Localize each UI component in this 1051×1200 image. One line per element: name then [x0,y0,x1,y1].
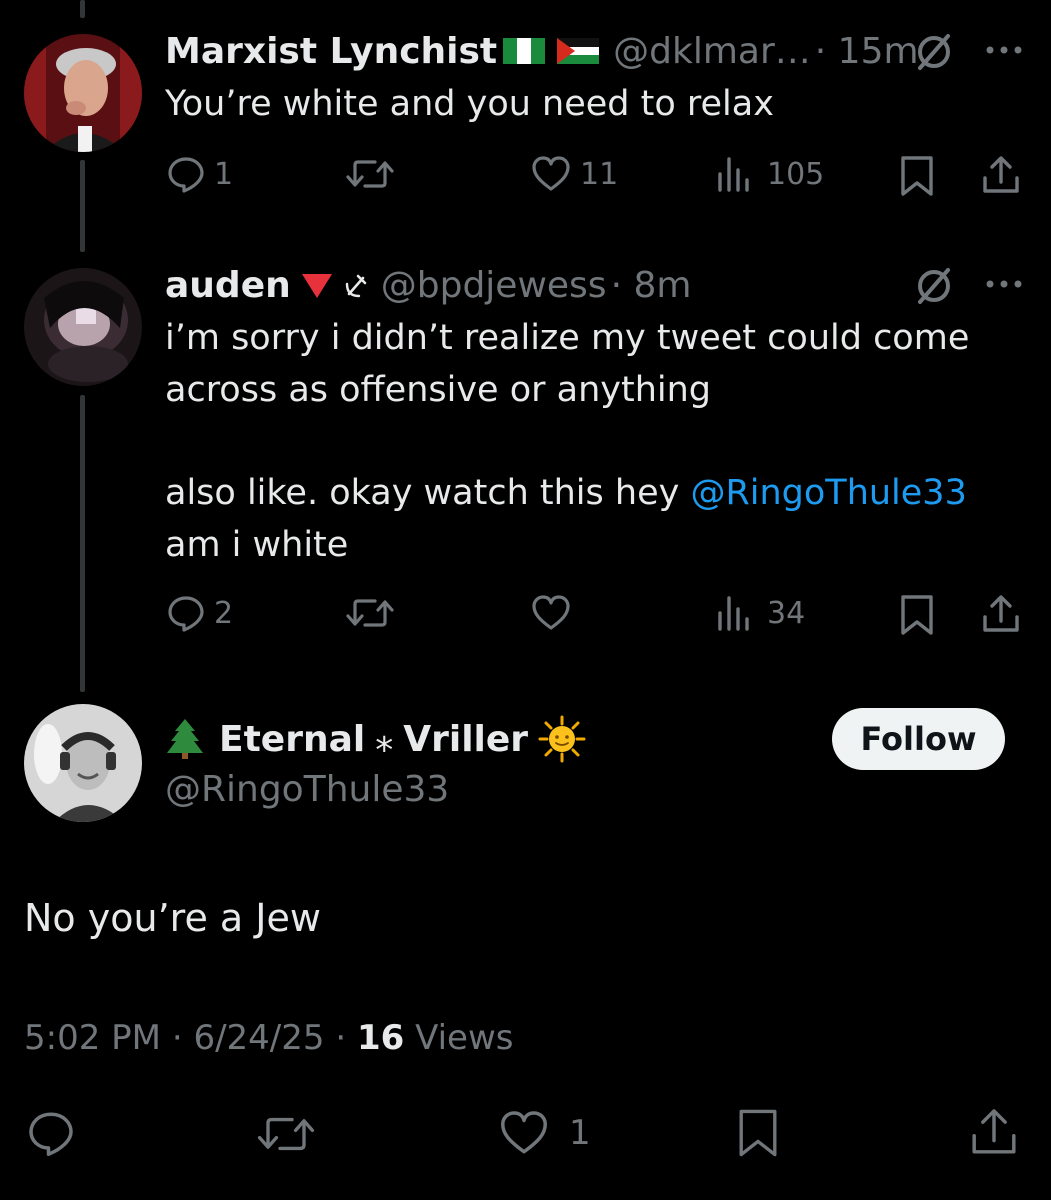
share-icon[interactable] [980,593,1022,635]
tweet-text-line-3: also like. okay watch this hey @RingoThu… [165,467,967,519]
share-icon[interactable] [968,1106,1020,1158]
views-button[interactable]: 105 [715,154,824,194]
retweet-button[interactable] [345,154,395,194]
tweet-text-line-4: am i white [165,525,349,565]
share-icon[interactable] [980,154,1022,196]
views-icon [718,596,749,631]
hammer-sickle-icon [345,274,367,298]
timestamp[interactable]: · 15m [815,31,919,72]
tweet-text-line-1: i’m sorry i didn’t realize my tweet coul… [165,318,970,358]
reply-icon[interactable] [24,1108,78,1158]
timestamp[interactable]: · 8m [611,265,692,306]
retweet-button[interactable] [345,593,395,633]
handle[interactable]: @dklmar… [613,31,811,72]
more-icon[interactable] [984,274,1024,294]
reply-button[interactable]: 1 [166,154,233,194]
bookmark-icon[interactable] [897,593,937,637]
follow-button[interactable]: Follow [832,708,1005,770]
mention-link[interactable]: @RingoThule33 [690,473,966,513]
views-count: 105 [767,156,825,192]
reply-button[interactable]: 2 [166,593,233,633]
separator-dot: · [335,1018,357,1058]
display-name[interactable]: Marxist Lynchist [165,31,497,72]
views-icon [718,157,749,192]
tweet-text-segment: also like. okay watch this hey [165,473,691,513]
thread-line-top [80,0,85,18]
tweet-meta: 5:02 PM · 6/24/25 · 16 Views [24,1018,514,1058]
thread-line-2 [80,395,85,692]
bookmark-icon[interactable] [897,154,937,198]
tweet-date[interactable]: 6/24/25 [193,1018,324,1058]
tree-emoji [167,719,203,759]
like-icon [501,1111,547,1154]
views-count: 16 [356,1018,405,1058]
sun-emoji [538,715,586,763]
like-button[interactable]: 1 [497,1108,591,1158]
views-label: Views [415,1018,514,1058]
thread-line-1 [80,160,85,252]
like-button[interactable] [530,593,572,633]
reply-icon [168,596,204,632]
tweet-time[interactable]: 5:02 PM [24,1018,161,1058]
avatar[interactable] [24,268,142,386]
retweet-icon [346,599,394,627]
display-name-part-1[interactable]: Eternal [219,719,365,760]
handle[interactable]: @bpdjewess [381,265,607,306]
tweet-text-line-2: across as offensive or anything [165,370,712,410]
handle[interactable]: @RingoThule33 [165,769,449,810]
retweet-icon [346,160,394,188]
like-count: 1 [569,1113,591,1153]
grok-icon[interactable] [912,30,956,74]
red-triangle-emoji [301,274,332,298]
bookmark-icon[interactable] [734,1106,782,1160]
like-icon [532,156,570,191]
more-icon[interactable] [984,40,1024,60]
retweet-icon[interactable] [255,1110,317,1158]
reply-count: 2 [214,595,234,631]
palestine-flag-icon [557,38,600,64]
reply-icon [168,157,204,193]
views-count: 34 [767,595,806,631]
grok-icon[interactable] [912,264,956,308]
nigeria-flag-icon [503,38,546,64]
avatar[interactable] [24,34,142,152]
reply-count: 1 [214,156,234,192]
separator-dot: · [171,1018,194,1058]
avatar[interactable] [24,704,142,822]
separator-glyph: ⁎ [375,718,394,760]
like-icon [532,595,570,630]
like-button[interactable]: 11 [530,154,618,194]
views-button[interactable]: 34 [715,593,805,633]
display-name-part-2[interactable]: Vriller [403,719,528,760]
tweet-text: You’re white and you need to relax [165,84,774,124]
display-name[interactable]: auden [165,265,291,306]
main-tweet-text: No you’re a Jew [24,896,321,940]
like-count: 11 [580,156,619,192]
